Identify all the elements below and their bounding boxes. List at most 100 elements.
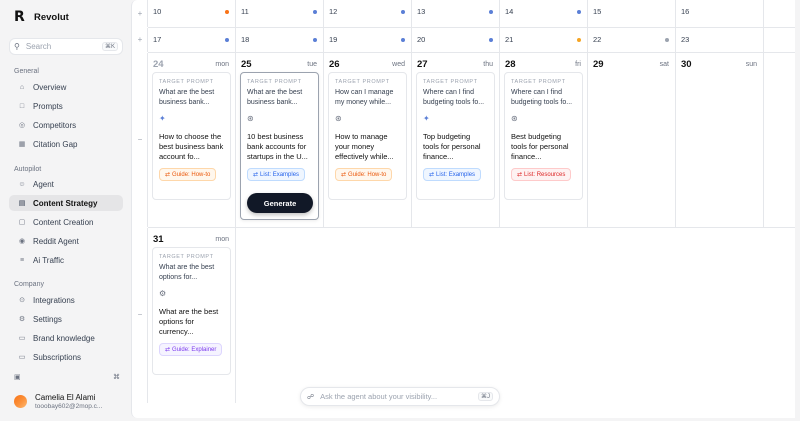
sidebar-item-brand-knowledge[interactable]: ▭ Brand knowledge xyxy=(9,330,123,346)
day-number: 10 xyxy=(153,7,162,16)
reddit-icon: ◉ xyxy=(18,238,26,245)
target-prompt-label: TARGET PROMPT xyxy=(511,79,566,85)
generate-button[interactable]: Generate xyxy=(247,193,313,213)
content-type-tag: ⇄ Guide: How-to xyxy=(159,168,217,181)
calendar-day-cell[interactable]: 22 xyxy=(588,28,676,52)
tag-icon: ⇄ xyxy=(341,172,347,178)
expand-week-plus-icon[interactable]: + xyxy=(132,9,148,18)
sidebar-item-subscriptions[interactable]: ▭ Subscriptions xyxy=(9,349,123,365)
collapse-week-minus-icon[interactable]: − xyxy=(132,135,148,144)
calendar-day-cell[interactable]: 14 xyxy=(500,0,588,27)
content-title: Best budgeting tools for personal financ… xyxy=(511,132,569,161)
calendar-day-cell[interactable]: 26 wed TARGET PROMPT How can I manage my mo… xyxy=(324,53,412,227)
calendar-day-cell[interactable]: 13 xyxy=(412,0,500,27)
calendar: + 10 11 12 13 14 15 16 + 17 18 19 20 21 22 23 − 24 mo… xyxy=(131,0,795,418)
weekday-label: fri xyxy=(575,61,581,68)
calendar-day-cell[interactable]: 17 xyxy=(148,28,236,52)
content-status-dot xyxy=(577,10,581,14)
content-status-dot xyxy=(401,38,405,42)
sidebar-toggle-icon[interactable]: ▣ xyxy=(14,373,21,381)
calendar-day-cell[interactable]: 25 tue TARGET PROMPT What are the best busi… xyxy=(236,53,324,227)
agent-chat-input[interactable]: ☍ Ask the agent about your visibility...… xyxy=(300,387,500,406)
content-card[interactable]: TARGET PROMPT Where can I find budgeting … xyxy=(416,72,495,200)
weekday-label: mon xyxy=(215,61,229,68)
sidebar-shortcut: ⌘ xyxy=(113,374,120,381)
sidebar-item-competitors[interactable]: ◎ Competitors xyxy=(9,117,123,133)
calendar-day-cell[interactable]: 30 sun xyxy=(676,53,764,227)
content-card[interactable]: TARGET PROMPT How can I manage my money w… xyxy=(328,72,407,200)
sidebar-item-content-strategy[interactable]: ▤ Content Strategy xyxy=(9,195,123,211)
calendar-day-cell[interactable]: 21 xyxy=(500,28,588,52)
content-title: How to manage your money effectively whi… xyxy=(335,132,394,161)
sidebar: R Revolut ⚲ Search ⌘K General ⌂ Overview □… xyxy=(0,0,130,421)
sidebar-item-settings[interactable]: ⚙ Settings xyxy=(9,311,123,327)
target-prompt-text: Where can I find budgeting tools fo... xyxy=(511,89,573,106)
sidebar-item-content-creation[interactable]: ▢ Content Creation xyxy=(9,214,123,230)
day-number: 21 xyxy=(505,35,514,44)
calendar-day-cell[interactable]: 12 xyxy=(324,0,412,27)
sidebar-item-overview[interactable]: ⌂ Overview xyxy=(9,79,123,95)
expand-week-plus-icon[interactable]: + xyxy=(132,35,148,44)
day-number: 22 xyxy=(593,35,602,44)
calendar-day-cell[interactable]: 24 mon TARGET PROMPT What are the best busi… xyxy=(148,53,236,227)
sidebar-item-label: Agent xyxy=(33,179,54,189)
content-status-dot xyxy=(665,38,669,42)
target-prompt-label: TARGET PROMPT xyxy=(423,79,478,85)
sidebar-item-citation-gap[interactable]: ▦ Citation Gap xyxy=(9,136,123,152)
sidebar-item-label: Integrations xyxy=(33,295,75,305)
calendar-day-cell[interactable]: 27 thu TARGET PROMPT Where can I find budge… xyxy=(412,53,500,227)
group-label-general: General xyxy=(14,68,39,75)
collapse-week-minus-icon[interactable]: − xyxy=(132,310,148,319)
calendar-day-cell[interactable]: 31 mon TARGET PROMPT What are the best opti… xyxy=(148,228,236,403)
sidebar-item-ai-traffic[interactable]: ≡ Ai Traffic xyxy=(9,252,123,268)
day-number: 31 xyxy=(153,234,164,245)
content-card[interactable]: TARGET PROMPT What are the best options f… xyxy=(152,247,231,375)
content-title: How to choose the best business bank acc… xyxy=(159,132,224,161)
sidebar-item-reddit-agent[interactable]: ◉ Reddit Agent xyxy=(9,233,123,249)
calendar-week-row: + 17 18 19 20 21 22 23 xyxy=(138,28,795,53)
revolut-logo-icon: R xyxy=(14,9,25,25)
content-status-dot xyxy=(489,38,493,42)
content-type-tag: ⇄ List: Examples xyxy=(247,168,306,181)
tag-icon: ⇄ xyxy=(517,172,523,178)
calendar-day-cell[interactable]: 19 xyxy=(324,28,412,52)
sidebar-item-label: Overview xyxy=(33,82,67,92)
search-input[interactable]: ⚲ Search ⌘K xyxy=(9,38,123,55)
day-number: 19 xyxy=(329,35,338,44)
calendar-day-cell[interactable]: 16 xyxy=(676,0,764,27)
content-card[interactable]: TARGET PROMPT Where can I find budgeting … xyxy=(504,72,583,200)
content-type-tag: ⇄ List: Resources xyxy=(511,168,572,181)
week-gutter: + xyxy=(132,0,148,27)
content-card[interactable]: TARGET PROMPT What are the best business … xyxy=(240,72,319,220)
sidebar-item-label: Subscriptions xyxy=(33,352,82,362)
calendar-day-cell[interactable]: 20 xyxy=(412,28,500,52)
calendar-day-cell[interactable]: 29 sat xyxy=(588,53,676,227)
target-icon: ◎ xyxy=(18,122,26,129)
calendar-day-cell[interactable]: 28 fri TARGET PROMPT Where can I find budge… xyxy=(500,53,588,227)
sidebar-item-prompts[interactable]: □ Prompts xyxy=(9,98,123,114)
day-number: 25 xyxy=(241,59,252,70)
calendar-week-row: + 10 11 12 13 14 15 16 xyxy=(138,0,795,28)
calendar-day-cell[interactable]: 10 xyxy=(148,0,236,27)
content-type-label: Guide: How-to xyxy=(172,172,211,178)
target-prompt-label: TARGET PROMPT xyxy=(247,79,302,85)
card-icon: ▭ xyxy=(18,354,26,361)
brand[interactable]: R Revolut xyxy=(14,10,69,24)
sidebar-item-agent[interactable]: ☺ Agent xyxy=(9,176,123,192)
sidebar-item-label: Citation Gap xyxy=(33,139,78,149)
tag-icon: ⇄ xyxy=(429,172,435,178)
sidebar-item-integrations[interactable]: ⊙ Integrations xyxy=(9,292,123,308)
traffic-icon: ≡ xyxy=(19,256,25,264)
content-status-dot xyxy=(313,10,317,14)
target-prompt-label: TARGET PROMPT xyxy=(335,79,390,85)
calendar-day-cell[interactable]: 11 xyxy=(236,0,324,27)
agent-icon: ☍ xyxy=(307,393,315,401)
sidebar-item-label: Content Strategy xyxy=(33,198,98,208)
calendar-day-cell[interactable]: 15 xyxy=(588,0,676,27)
user-profile[interactable]: Camelia El Alami tooobay602@2mop.c... xyxy=(14,393,102,410)
calendar-day-cell[interactable]: 18 xyxy=(236,28,324,52)
calendar-day-cell[interactable]: 23 xyxy=(676,28,764,52)
target-prompt-label: TARGET PROMPT xyxy=(159,79,214,85)
content-card[interactable]: TARGET PROMPT What are the best business … xyxy=(152,72,231,200)
content-title: What are the best options for currency..… xyxy=(159,307,219,336)
